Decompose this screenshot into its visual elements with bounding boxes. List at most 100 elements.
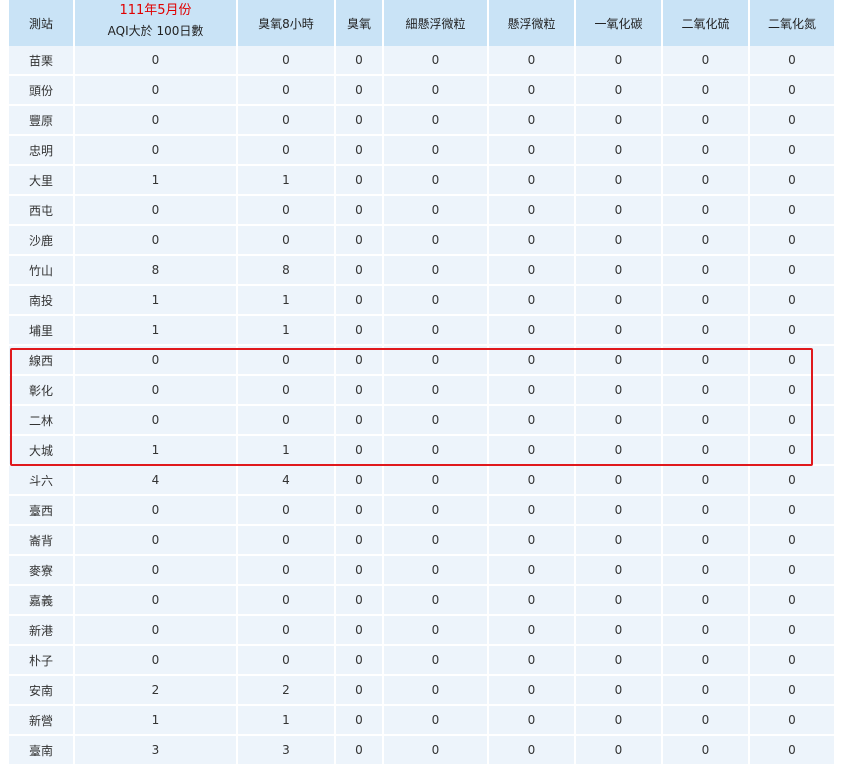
cell-station: 麥寮 [9, 556, 75, 586]
cell-o3-8hr: 0 [238, 376, 336, 406]
cell-station: 沙鹿 [9, 226, 75, 256]
table-row: 苗栗 0 0 0 0 0 0 0 0 [9, 46, 834, 76]
cell-o3: 0 [336, 436, 384, 466]
cell-pm10: 0 [489, 46, 576, 76]
cell-so2: 0 [663, 316, 750, 346]
cell-station: 崙背 [9, 526, 75, 556]
cell-o3-8hr: 1 [238, 436, 336, 466]
cell-o3-8hr: 0 [238, 346, 336, 376]
header-aqi-label: AQI大於 100日數 [107, 23, 204, 38]
cell-no2: 0 [750, 316, 834, 346]
cell-pm25: 0 [384, 256, 489, 286]
table-row: 大里 1 1 0 0 0 0 0 0 [9, 166, 834, 196]
cell-pm25: 0 [384, 226, 489, 256]
cell-no2: 0 [750, 616, 834, 646]
air-quality-table: 測站 111年5月份 AQI大於 100日數 臭氧8小時 臭氧 細懸浮微粒 懸浮… [9, 0, 834, 766]
cell-aqi: 8 [75, 256, 238, 286]
cell-so2: 0 [663, 106, 750, 136]
cell-pm10: 0 [489, 196, 576, 226]
header-station: 測站 [9, 0, 75, 46]
cell-no2: 0 [750, 736, 834, 766]
cell-o3: 0 [336, 676, 384, 706]
cell-pm25: 0 [384, 496, 489, 526]
cell-so2: 0 [663, 136, 750, 166]
cell-so2: 0 [663, 166, 750, 196]
cell-pm25: 0 [384, 736, 489, 766]
cell-o3: 0 [336, 496, 384, 526]
cell-station: 新港 [9, 616, 75, 646]
cell-pm10: 0 [489, 466, 576, 496]
cell-o3-8hr: 0 [238, 586, 336, 616]
cell-o3-8hr: 0 [238, 556, 336, 586]
cell-o3-8hr: 0 [238, 616, 336, 646]
cell-pm25: 0 [384, 286, 489, 316]
cell-o3: 0 [336, 106, 384, 136]
cell-so2: 0 [663, 46, 750, 76]
cell-pm10: 0 [489, 136, 576, 166]
cell-o3-8hr: 8 [238, 256, 336, 286]
cell-o3: 0 [336, 586, 384, 616]
cell-o3-8hr: 1 [238, 286, 336, 316]
cell-no2: 0 [750, 436, 834, 466]
cell-co: 0 [576, 376, 663, 406]
cell-o3-8hr: 0 [238, 76, 336, 106]
cell-so2: 0 [663, 256, 750, 286]
cell-so2: 0 [663, 526, 750, 556]
table-row: 頭份 0 0 0 0 0 0 0 0 [9, 76, 834, 106]
cell-so2: 0 [663, 76, 750, 106]
cell-aqi: 0 [75, 76, 238, 106]
cell-station: 斗六 [9, 466, 75, 496]
cell-o3-8hr: 0 [238, 406, 336, 436]
cell-so2: 0 [663, 676, 750, 706]
cell-pm10: 0 [489, 526, 576, 556]
cell-pm10: 0 [489, 586, 576, 616]
cell-aqi: 0 [75, 376, 238, 406]
cell-pm25: 0 [384, 436, 489, 466]
cell-o3-8hr: 0 [238, 496, 336, 526]
cell-pm25: 0 [384, 406, 489, 436]
table-row: 臺西 0 0 0 0 0 0 0 0 [9, 496, 834, 526]
header-no2: 二氧化氮 [750, 0, 834, 46]
cell-so2: 0 [663, 556, 750, 586]
header-pm10: 懸浮微粒 [489, 0, 576, 46]
cell-so2: 0 [663, 616, 750, 646]
cell-o3-8hr: 2 [238, 676, 336, 706]
cell-pm10: 0 [489, 346, 576, 376]
cell-so2: 0 [663, 706, 750, 736]
header-aqi: 111年5月份 AQI大於 100日數 [75, 0, 238, 46]
cell-pm10: 0 [489, 556, 576, 586]
cell-o3-8hr: 0 [238, 646, 336, 676]
cell-aqi: 1 [75, 316, 238, 346]
cell-o3: 0 [336, 196, 384, 226]
table-row: 忠明 0 0 0 0 0 0 0 0 [9, 136, 834, 166]
cell-station: 二林 [9, 406, 75, 436]
cell-o3-8hr: 0 [238, 526, 336, 556]
cell-o3: 0 [336, 526, 384, 556]
cell-pm25: 0 [384, 136, 489, 166]
cell-o3: 0 [336, 76, 384, 106]
cell-aqi: 0 [75, 196, 238, 226]
cell-pm25: 0 [384, 526, 489, 556]
cell-o3: 0 [336, 256, 384, 286]
cell-co: 0 [576, 226, 663, 256]
cell-no2: 0 [750, 376, 834, 406]
cell-pm10: 0 [489, 316, 576, 346]
cell-aqi: 0 [75, 496, 238, 526]
cell-co: 0 [576, 76, 663, 106]
cell-o3: 0 [336, 616, 384, 646]
cell-aqi: 1 [75, 166, 238, 196]
cell-pm10: 0 [489, 496, 576, 526]
table-row: 大城 1 1 0 0 0 0 0 0 [9, 436, 834, 466]
cell-co: 0 [576, 136, 663, 166]
cell-pm10: 0 [489, 226, 576, 256]
cell-station: 頭份 [9, 76, 75, 106]
cell-no2: 0 [750, 166, 834, 196]
cell-pm10: 0 [489, 106, 576, 136]
cell-pm10: 0 [489, 736, 576, 766]
cell-o3: 0 [336, 466, 384, 496]
month-note: 111年5月份 [119, 3, 192, 18]
cell-pm25: 0 [384, 106, 489, 136]
cell-so2: 0 [663, 196, 750, 226]
cell-aqi: 1 [75, 286, 238, 316]
cell-pm25: 0 [384, 166, 489, 196]
